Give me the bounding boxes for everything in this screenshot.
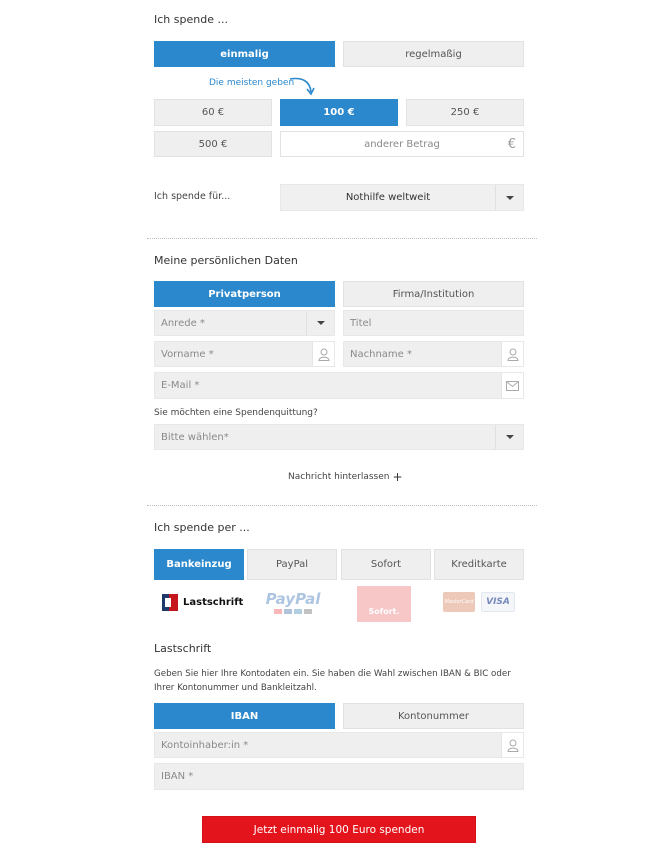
amount-heading: Ich spende ... <box>154 13 228 26</box>
iban-placeholder: IBAN * <box>161 771 194 782</box>
payment-kreditkarte-button[interactable]: Kreditkarte <box>434 549 524 580</box>
debit-description: Geben Sie hier Ihre Kontodaten ein. Sie … <box>154 669 511 693</box>
frequency-regular-button[interactable]: regelmaßig <box>343 41 524 67</box>
email-placeholder: E-Mail * <box>161 380 200 391</box>
mastercard-logo: MasterCard <box>443 592 475 612</box>
section-divider <box>147 238 537 239</box>
plus-icon: + <box>392 470 403 484</box>
lastname-placeholder: Nachname * <box>350 348 412 360</box>
paypal-logo-text: PayPal <box>265 590 321 608</box>
chevron-down-icon <box>505 435 514 439</box>
person-icon <box>312 342 334 366</box>
euro-icon: € <box>507 136 516 152</box>
lastname-input[interactable]: Nachname * <box>343 341 524 367</box>
lastschrift-logo-text: Lastschrift <box>183 596 244 608</box>
payment-bankeinzug-button[interactable]: Bankeinzug <box>154 549 244 580</box>
account-number-tab[interactable]: Kontonummer <box>343 703 524 729</box>
sofort-logo-text: Sofort. <box>368 606 400 616</box>
person-icon <box>501 342 523 366</box>
salutation-dropdown-toggle[interactable] <box>306 311 334 335</box>
amount-250-button[interactable]: 250 € <box>406 99 524 126</box>
frequency-once-button[interactable]: einmalig <box>154 41 335 67</box>
chevron-down-icon <box>505 195 514 200</box>
receipt-question: Sie möchten eine Spendenquittung? <box>154 408 318 418</box>
submit-donation-button[interactable]: Jetzt einmalig 100 Euro spenden <box>202 816 476 843</box>
amount-100-button[interactable]: 100 € <box>280 99 398 126</box>
title-input[interactable]: Titel <box>343 310 524 336</box>
hint-arrow-icon <box>289 77 315 96</box>
paypal-logo: PayPal <box>258 588 328 616</box>
mastercard-logo-text: MasterCard <box>444 599 474 605</box>
chevron-down-icon <box>316 321 325 325</box>
lastschrift-logo: Lastschrift <box>162 592 243 612</box>
iban-input[interactable]: IBAN * <box>154 763 524 790</box>
account-holder-placeholder: Kontoinhaber:in * <box>161 739 249 751</box>
person-icon <box>501 733 523 757</box>
visa-logo: VISA <box>481 592 515 612</box>
iban-tab[interactable]: IBAN <box>154 703 335 729</box>
payment-sofort-button[interactable]: Sofort <box>341 549 431 580</box>
salutation-select[interactable]: Anrede * <box>154 310 335 336</box>
leave-message-label: Nachricht hinterlassen <box>288 472 390 482</box>
purpose-dropdown-toggle[interactable] <box>495 185 523 210</box>
visa-logo-text: VISA <box>486 597 510 607</box>
section-divider <box>147 505 537 506</box>
firstname-input[interactable]: Vorname * <box>154 341 335 367</box>
envelope-icon <box>501 373 523 398</box>
salutation-placeholder: Anrede * <box>161 317 205 329</box>
sofort-logo: Sofort. <box>357 586 411 622</box>
other-amount-placeholder: anderer Betrag <box>364 138 440 150</box>
debit-heading: Lastschrift <box>154 642 212 655</box>
payment-heading: Ich spende per ... <box>154 521 250 534</box>
purpose-select[interactable]: Nothilfe weltweit <box>280 184 524 211</box>
private-person-button[interactable]: Privatperson <box>154 281 335 307</box>
amount-500-button[interactable]: 500 € <box>154 131 272 157</box>
firstname-placeholder: Vorname * <box>161 348 214 360</box>
receipt-select[interactable]: Bitte wählen* <box>154 424 524 450</box>
receipt-dropdown-toggle[interactable] <box>495 425 523 449</box>
company-button[interactable]: Firma/Institution <box>343 281 524 307</box>
receipt-placeholder: Bitte wählen* <box>161 431 229 443</box>
purpose-label: Ich spende für... <box>154 191 231 202</box>
title-placeholder: Titel <box>350 317 372 329</box>
amount-60-button[interactable]: 60 € <box>154 99 272 126</box>
purpose-selected: Nothilfe weltweit <box>345 192 431 203</box>
leave-message-link[interactable]: Nachricht hinterlassen + <box>288 470 403 484</box>
other-amount-input[interactable]: anderer Betrag € <box>280 131 524 157</box>
most-give-hint: Die meisten geben <box>209 78 295 88</box>
lastschrift-icon <box>162 593 178 611</box>
payment-paypal-button[interactable]: PayPal <box>247 549 337 580</box>
account-holder-input[interactable]: Kontoinhaber:in * <box>154 732 524 758</box>
personal-heading: Meine persönlichen Daten <box>154 254 298 267</box>
email-input[interactable]: E-Mail * <box>154 372 524 399</box>
